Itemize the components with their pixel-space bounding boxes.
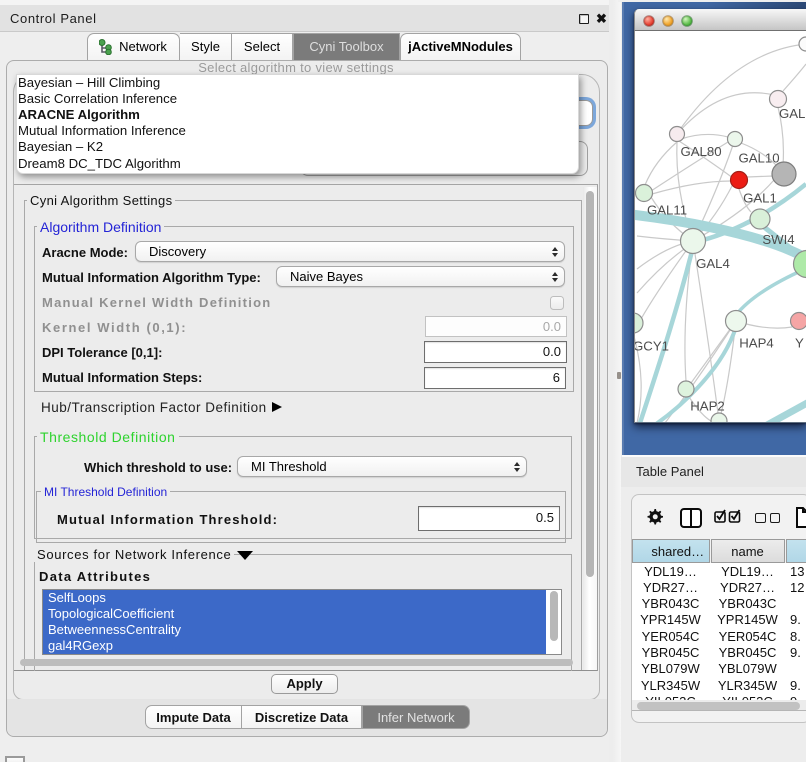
svg-text:GAL4: GAL4 — [696, 256, 730, 271]
svg-text:GAL80: GAL80 — [680, 144, 721, 159]
svg-text:GAL2: GAL2 — [779, 106, 806, 121]
svg-text:HAP2: HAP2 — [690, 399, 724, 414]
svg-text:Y: Y — [795, 336, 804, 351]
svg-text:SWI4: SWI4 — [762, 232, 794, 247]
svg-text:GAL11: GAL11 — [647, 203, 687, 218]
svg-text:GAL10: GAL10 — [738, 151, 779, 166]
svg-text:GAL1: GAL1 — [743, 191, 777, 206]
svg-text:GCY1: GCY1 — [635, 339, 669, 354]
svg-text:HAP4: HAP4 — [739, 336, 773, 351]
